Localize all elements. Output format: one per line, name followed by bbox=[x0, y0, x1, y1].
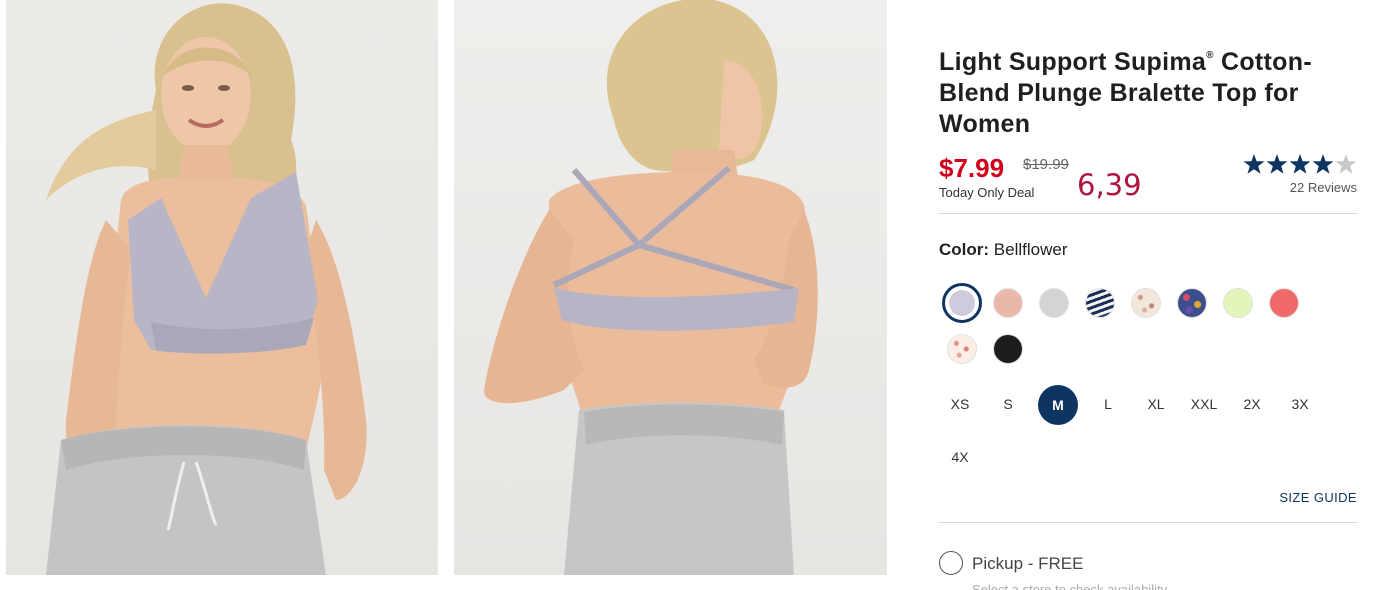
color-swatch-floral[interactable] bbox=[1177, 288, 1207, 318]
registered-mark: ® bbox=[1206, 50, 1214, 61]
reviews-link[interactable]: 22 Reviews bbox=[1290, 180, 1357, 195]
divider bbox=[939, 522, 1357, 523]
color-swatch[interactable] bbox=[993, 334, 1023, 364]
color-swatch[interactable] bbox=[1223, 288, 1253, 318]
size-option-l[interactable]: L bbox=[1088, 384, 1128, 424]
pickup-subtext: Select a store to check availability bbox=[972, 582, 1168, 590]
color-label-key: Color: bbox=[939, 240, 990, 259]
size-option-xxl[interactable]: XXL bbox=[1184, 384, 1224, 424]
deal-label: Today Only Deal bbox=[939, 185, 1035, 200]
size-option-2x[interactable]: 2X bbox=[1232, 384, 1272, 424]
size-option-s[interactable]: S bbox=[988, 384, 1028, 424]
star-icon bbox=[1266, 154, 1288, 174]
color-swatch-stripe[interactable] bbox=[1085, 288, 1115, 318]
color-swatch[interactable] bbox=[1039, 288, 1069, 318]
model-back-illustration bbox=[483, 0, 818, 575]
color-label: Color: Bellflower bbox=[939, 240, 1067, 260]
converted-price: 6,39 bbox=[1077, 168, 1142, 202]
star-icon bbox=[1289, 154, 1311, 174]
size-option-xs[interactable]: XS bbox=[940, 384, 980, 424]
original-price: $19.99 bbox=[1023, 156, 1069, 173]
current-price: $7.99 bbox=[939, 153, 1005, 183]
color-swatch-bellflower[interactable] bbox=[942, 283, 982, 323]
product-title-part1: Light Support Supima bbox=[939, 48, 1207, 76]
model-front-illustration bbox=[46, 3, 367, 575]
product-image-front[interactable] bbox=[6, 0, 438, 575]
size-option-xl[interactable]: XL bbox=[1136, 384, 1176, 424]
size-option-4x[interactable]: 4X bbox=[940, 437, 980, 477]
color-swatch[interactable] bbox=[993, 288, 1023, 318]
size-option-m[interactable]: M bbox=[1038, 385, 1078, 425]
star-icon bbox=[1312, 154, 1334, 174]
product-info-panel: Light Support Supima® Cotton-Blend Plung… bbox=[939, 0, 1359, 590]
product-image-back[interactable] bbox=[454, 0, 887, 575]
product-title: Light Support Supima® Cotton-Blend Plung… bbox=[939, 47, 1359, 140]
color-swatch-floral[interactable] bbox=[1131, 288, 1161, 318]
rating-stars[interactable] bbox=[1243, 153, 1359, 177]
selected-color-name: Bellflower bbox=[993, 240, 1068, 259]
color-swatch-floral[interactable] bbox=[947, 334, 977, 364]
size-option-3x[interactable]: 3X bbox=[1280, 384, 1320, 424]
size-guide-link[interactable]: SIZE GUIDE bbox=[1279, 490, 1357, 505]
star-empty-icon bbox=[1335, 154, 1357, 174]
pickup-label[interactable]: Pickup - FREE bbox=[972, 554, 1083, 574]
divider bbox=[939, 213, 1357, 214]
color-swatch[interactable] bbox=[1269, 288, 1299, 318]
star-icon bbox=[1243, 154, 1265, 174]
pickup-radio[interactable] bbox=[939, 551, 963, 575]
